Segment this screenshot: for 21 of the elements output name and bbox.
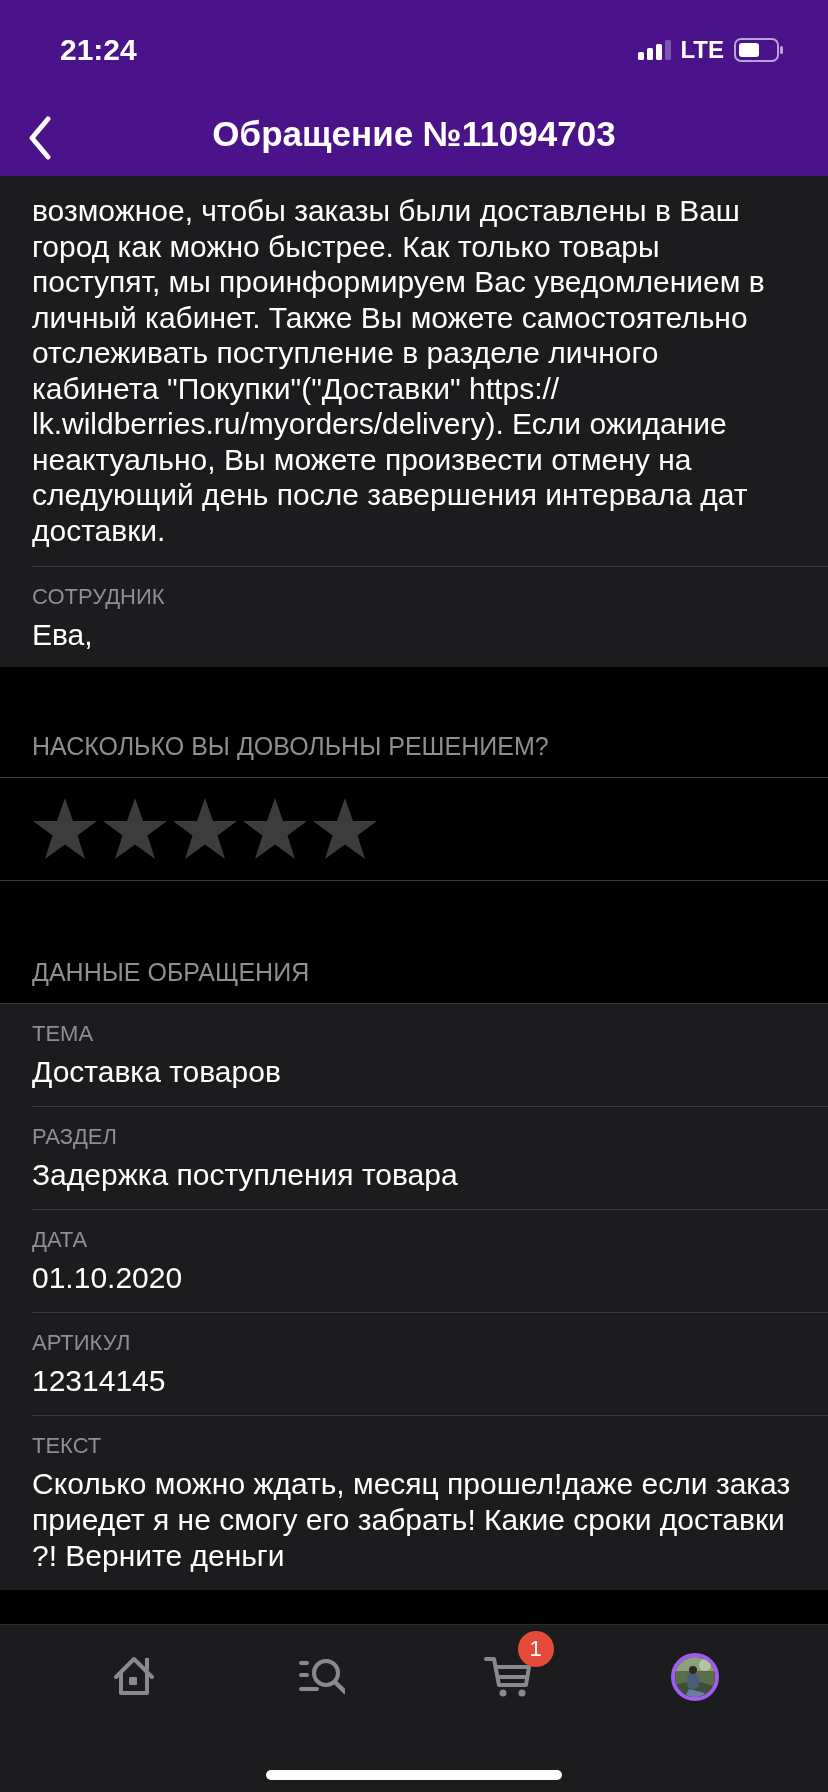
field-value: 12314145 <box>32 1363 167 1399</box>
field-label: ТЕКСТ <box>32 1432 103 1460</box>
field-value: 01.10.2020 <box>32 1260 184 1296</box>
answer-text: возможное, чтобы заказы были доставлены в Ваш город как можно быстрее. Как только товары поступят, мы проинформируем Вас уведомлением в личный кабинет. Также Вы можете самостоятельно отслеживать поступление в разделе личного кабинета "Покупки"("Доставки" https:// lk.wildberries.ru/myorders/delivery). Если ожидание неактуально, Вы можете произвести отмену на следующий день после завершения интервала дат доставки. <box>31 193 766 549</box>
field-label: ДАТА <box>32 1226 89 1254</box>
field-label: ТЕМА <box>32 1020 95 1048</box>
battery-icon <box>734 38 784 62</box>
field-label: АРТИКУЛ <box>32 1329 132 1357</box>
field-label: РАЗДЕЛ <box>32 1123 118 1151</box>
section-title: НАСКОЛЬКО ВЫ ДОВОЛЬНЫ РЕШЕНИЕМ? <box>0 731 828 778</box>
cart-count-badge: 1 <box>517 1631 554 1667</box>
back-icon <box>28 116 52 160</box>
screen-title: Обращение №11094703 <box>212 114 616 154</box>
status-time: 21:24 <box>60 33 137 67</box>
field-value: Ева, <box>32 617 94 653</box>
field-value: Доставка товаров <box>32 1054 282 1090</box>
tab-button[interactable]: 1 <box>455 1629 560 1703</box>
field-value: Сколько можно ждать, месяц прошел!даже если заказ приедет я не смогу его забрать! Какие сроки доставки ?! Верните деньги <box>32 1466 792 1574</box>
network-label: LTE <box>680 36 724 64</box>
field-label: СОТРУДНИК <box>32 583 166 611</box>
field-value: Задержка поступления товара <box>32 1157 459 1193</box>
